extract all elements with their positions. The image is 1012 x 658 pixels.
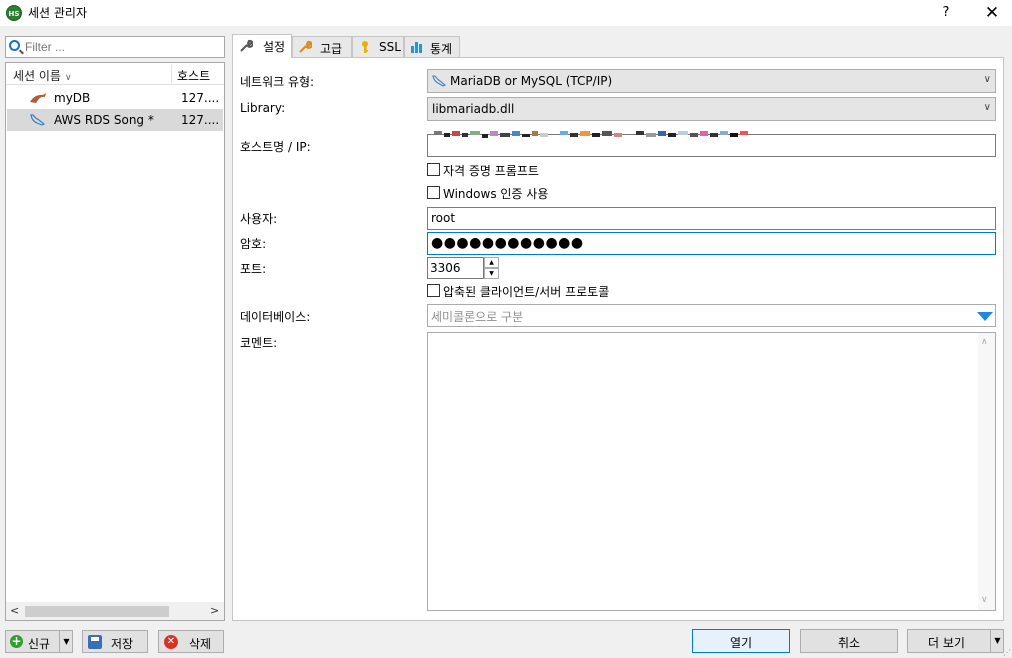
user-value: root (431, 211, 456, 225)
checkbox-box[interactable] (427, 186, 440, 199)
comment-textarea[interactable]: ∧ ∨ (427, 332, 996, 611)
tab-statistics[interactable]: 통계 (404, 36, 460, 57)
save-label: 저장 (111, 637, 134, 651)
network-type-select[interactable]: MariaDB or MySQL (TCP/IP) ∨ (427, 69, 996, 93)
new-label: 신규 (28, 637, 51, 651)
new-dropdown-icon[interactable]: ▼ (59, 631, 73, 652)
library-select[interactable]: libmariadb.dll ∨ (427, 97, 996, 121)
open-button[interactable]: 열기 (692, 629, 790, 653)
column-header-session-name[interactable]: 세션 이름 ∨ (13, 67, 72, 84)
save-button[interactable]: 저장 (82, 630, 148, 653)
port-value: 3306 (430, 261, 461, 275)
scroll-up-icon[interactable]: ∧ (981, 337, 988, 347)
scroll-left-icon[interactable]: < (10, 604, 19, 617)
checkbox-label: 압축된 클라이언트/서버 프로토콜 (443, 285, 610, 299)
stepper-down-icon[interactable]: ▼ (484, 268, 499, 279)
checkbox-label: 자격 증명 프롬프트 (443, 164, 539, 178)
user-label: 사용자: (240, 212, 278, 226)
close-button[interactable]: ✕ (980, 2, 1004, 24)
more-label: 더 보기 (928, 636, 965, 650)
tab-advanced[interactable]: 고급 (292, 36, 352, 57)
column-divider[interactable] (171, 65, 172, 83)
network-type-label: 네트워크 유형: (240, 75, 315, 89)
tab-label: SSL (379, 40, 401, 54)
scroll-right-icon[interactable]: > (210, 604, 219, 617)
tab-bar: 설정 고급 SSL 통계 (232, 34, 1012, 58)
port-stepper[interactable]: ▲ ▼ (484, 257, 499, 279)
more-dropdown-icon[interactable]: ▼ (990, 630, 1004, 652)
scroll-thumb[interactable] (25, 606, 169, 617)
resize-grip-icon[interactable]: ⋰ (1003, 648, 1011, 657)
chevron-down-icon: ∨ (983, 102, 991, 113)
app-icon: HS (6, 5, 22, 21)
new-session-button[interactable]: + 신규 ▼ (5, 630, 73, 653)
session-host: 127.... (181, 91, 220, 105)
port-input[interactable]: 3306 (427, 257, 484, 279)
checkbox-box[interactable] (427, 284, 440, 297)
comment-label: 코멘트: (240, 336, 278, 350)
session-row[interactable]: myDB 127.... (7, 87, 223, 109)
tab-label: 통계 (430, 42, 453, 56)
window-title: 세션 관리자 (28, 6, 88, 20)
checkbox-label: Windows 인증 사용 (443, 187, 549, 201)
password-label: 암호: (240, 237, 267, 251)
session-list: 세션 이름 ∨ 호스트 myDB 127.... AWS RDS Song * 1… (5, 62, 225, 621)
cancel-label: 취소 (838, 636, 861, 650)
database-input[interactable]: 세미콜론으로 구분 (427, 304, 996, 327)
filter-input[interactable] (25, 38, 221, 56)
vertical-scrollbar[interactable]: ∧ ∨ (978, 333, 995, 610)
tools-icon (299, 40, 312, 53)
host-input[interactable] (427, 131, 996, 157)
port-label: 포트: (240, 262, 267, 276)
tab-label: 고급 (320, 42, 343, 56)
session-name: AWS RDS Song * (54, 113, 154, 127)
session-name: myDB (54, 91, 91, 105)
delete-button[interactable]: ✕ 삭제 (158, 630, 224, 653)
host-label: 호스트명 / IP: (240, 140, 311, 154)
filter-box (5, 36, 225, 58)
help-button[interactable]: ? (936, 3, 956, 23)
dropdown-arrow-icon[interactable] (977, 312, 993, 321)
network-type-value: MariaDB or MySQL (TCP/IP) (450, 74, 613, 88)
password-input[interactable]: ●●●●●●●●●●●● (427, 232, 996, 255)
column-header-host[interactable]: 호스트 (177, 67, 210, 84)
user-input[interactable]: root (427, 207, 996, 230)
session-host: 127.... (181, 113, 220, 127)
title-bar: HS 세션 관리자 ? ✕ (0, 0, 1012, 26)
key-icon (362, 41, 368, 53)
bar-chart-icon (411, 42, 422, 53)
scroll-down-icon[interactable]: ∨ (981, 595, 988, 605)
delete-icon: ✕ (164, 635, 178, 649)
password-value: ●●●●●●●●●●●● (431, 235, 584, 251)
delete-label: 삭제 (189, 637, 212, 651)
chevron-down-icon: ∨ (64, 73, 72, 83)
floppy-disk-icon (88, 635, 102, 649)
library-value: libmariadb.dll (432, 102, 515, 116)
search-icon (9, 40, 20, 51)
chevron-down-icon: ∨ (983, 74, 991, 85)
redacted-host-value (434, 131, 748, 138)
session-list-header: 세션 이름 ∨ 호스트 (6, 63, 224, 85)
dolphin-icon (432, 75, 446, 87)
more-button[interactable]: 더 보기 ▼ (907, 629, 1004, 653)
checkbox-box[interactable] (427, 163, 440, 176)
database-label: 데이터베이스: (240, 310, 311, 324)
plus-icon: + (10, 634, 23, 648)
horizontal-scrollbar[interactable]: < > (6, 602, 224, 620)
dolphin-icon (30, 114, 46, 126)
wrench-icon (240, 39, 253, 52)
open-label: 열기 (730, 636, 753, 650)
tab-settings[interactable]: 설정 (232, 34, 292, 58)
library-label: Library: (240, 101, 286, 115)
tab-label: 설정 (263, 40, 286, 54)
session-row-selected[interactable]: AWS RDS Song * 127.... (7, 109, 223, 131)
tab-ssl[interactable]: SSL (352, 36, 404, 57)
database-placeholder: 세미콜론으로 구분 (431, 310, 524, 324)
stepper-up-icon[interactable]: ▲ (484, 257, 499, 268)
dolphin-icon (30, 93, 46, 103)
cancel-button[interactable]: 취소 (800, 629, 898, 653)
